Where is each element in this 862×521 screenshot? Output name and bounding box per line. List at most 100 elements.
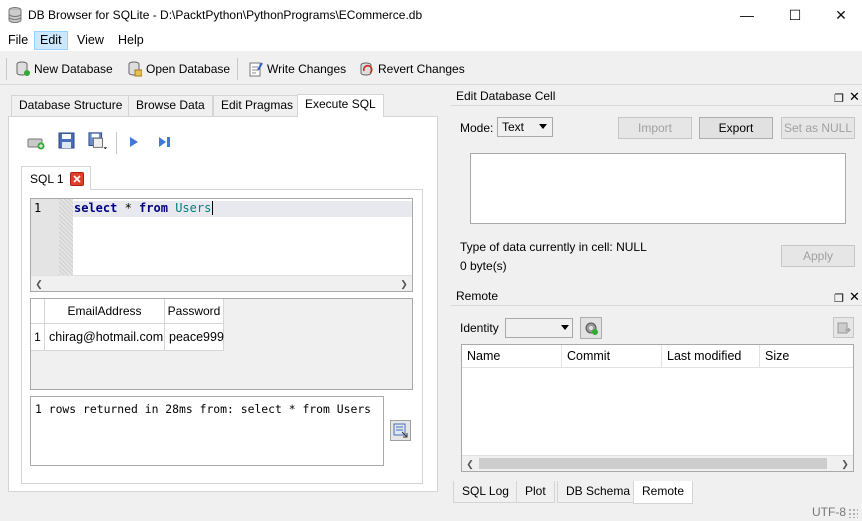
database-app-icon — [8, 7, 22, 23]
cell-type-info: Type of data currently in cell: NULL — [460, 240, 647, 254]
push-icon — [837, 322, 851, 333]
open-tab-icon — [27, 138, 45, 150]
toolbar-grip — [6, 58, 7, 80]
close-panel-icon[interactable]: ✕ — [849, 87, 860, 107]
identity-label: Identity — [460, 321, 499, 335]
maximize-button[interactable]: ☐ — [772, 0, 818, 30]
open-database-icon — [128, 61, 142, 77]
cell-emailaddress[interactable]: chirag@hotmail.com — [45, 324, 165, 351]
floppy-icon — [58, 132, 75, 149]
column-header-name[interactable]: Name — [462, 345, 562, 368]
close-tab-button[interactable] — [69, 171, 84, 186]
remote-horizontal-scrollbar[interactable]: ❮ ❯ — [462, 455, 853, 471]
write-changes-button[interactable]: Write Changes — [249, 60, 346, 78]
configure-identity-button[interactable] — [580, 317, 602, 339]
open-database-label: Open Database — [146, 62, 231, 76]
tab-sql-log[interactable]: SQL Log — [453, 481, 518, 503]
window-title: DB Browser for SQLite - D:\PacktPython\P… — [28, 8, 423, 22]
editor-horizontal-scrollbar[interactable]: ❮ ❯ — [31, 275, 412, 291]
new-database-button[interactable]: New Database — [16, 60, 113, 78]
mode-select[interactable]: Text — [497, 117, 553, 137]
query-message-box[interactable]: 1 rows returned in 28ms from: select * f… — [30, 396, 384, 466]
query-message: 1 rows returned in 28ms from: select * f… — [35, 402, 372, 416]
menu-bar: File Edit View Help — [0, 30, 862, 51]
execute-line-button[interactable] — [155, 132, 175, 152]
execute-all-button[interactable] — [124, 132, 144, 152]
column-header-last-modified[interactable]: Last modified — [662, 345, 760, 368]
cell-editor-textarea[interactable] — [470, 153, 846, 224]
minimize-button[interactable]: — — [724, 0, 770, 30]
close-icon: ✕ — [835, 6, 847, 23]
edit-cell-title: Edit Database Cell — [456, 89, 556, 103]
revert-changes-label: Revert Changes — [378, 62, 465, 76]
tab-database-structure[interactable]: Database Structure — [11, 95, 131, 116]
remote-files-list[interactable]: Name Commit Last modified Size ❮ ❯ — [461, 344, 854, 472]
grid-corner[interactable] — [31, 299, 45, 324]
identity-select[interactable] — [505, 318, 573, 338]
import-button[interactable]: Import — [618, 117, 692, 139]
open-sql-file-button[interactable] — [57, 131, 77, 151]
write-changes-icon — [249, 62, 263, 77]
tab-execute-sql[interactable]: Execute SQL — [297, 94, 384, 117]
scroll-right-arrow-icon[interactable]: ❯ — [396, 276, 412, 292]
row-header[interactable]: 1 — [31, 324, 45, 351]
cell-password[interactable]: peace999 — [165, 324, 224, 351]
close-window-button[interactable]: ✕ — [818, 0, 862, 30]
tab-plot[interactable]: Plot — [516, 481, 555, 503]
open-database-button[interactable]: Open Database — [128, 60, 230, 78]
scroll-left-arrow-icon[interactable]: ❮ — [462, 456, 478, 472]
sql-editor[interactable]: 1 select * from Users ❮ ❯ — [30, 198, 413, 292]
sql-toolbar-separator — [116, 132, 117, 154]
remote-title: Remote — [456, 289, 499, 303]
export-button[interactable]: Export — [699, 117, 773, 139]
sql-tab-label: SQL 1 — [30, 171, 64, 186]
save-results-button[interactable] — [390, 420, 411, 441]
maximize-icon: ☐ — [788, 6, 802, 23]
column-header-password[interactable]: Password — [165, 299, 224, 324]
column-header-commit[interactable]: Commit — [562, 345, 662, 368]
set-null-button[interactable]: Set as NULL — [781, 117, 855, 139]
scroll-right-arrow-icon[interactable]: ❯ — [837, 456, 853, 472]
menu-view[interactable]: View — [72, 31, 109, 50]
close-panel-icon[interactable]: ✕ — [849, 287, 860, 307]
scroll-left-arrow-icon[interactable]: ❮ — [31, 276, 47, 292]
mode-label: Mode: — [460, 121, 494, 135]
save-results-icon — [393, 423, 408, 438]
remote-title-bar: Remote ❐ ✕ — [451, 286, 862, 306]
cell-size-info: 0 byte(s) — [460, 259, 507, 273]
chevron-down-icon — [561, 325, 569, 330]
main-toolbar: New Database Open Database Write Changes… — [0, 52, 862, 85]
new-database-icon — [16, 61, 30, 76]
line-number: 1 — [34, 201, 42, 215]
revert-changes-button[interactable]: Revert Changes — [360, 60, 465, 78]
gear-icon — [585, 322, 598, 335]
sql-star: * — [117, 201, 140, 215]
push-database-button[interactable] — [833, 317, 854, 338]
results-grid[interactable]: EmailAddress Password 1 chirag@hotmail.c… — [30, 298, 413, 390]
tab-sql-1[interactable]: SQL 1 — [21, 166, 91, 190]
column-header-size[interactable]: Size — [760, 345, 853, 368]
resize-grip-icon[interactable] — [848, 508, 858, 518]
menu-file[interactable]: File — [3, 31, 33, 50]
tab-browse-data[interactable]: Browse Data — [128, 95, 213, 116]
sql-keyword-from: from — [139, 201, 168, 215]
edit-cell-title-bar: Edit Database Cell ❐ ✕ — [451, 86, 862, 106]
scrollbar-thumb[interactable] — [479, 458, 827, 469]
tab-edit-pragmas[interactable]: Edit Pragmas — [213, 95, 302, 116]
sql-table-name: Users — [175, 201, 212, 215]
menu-help[interactable]: Help — [113, 31, 149, 50]
column-header-emailaddress[interactable]: EmailAddress — [45, 299, 165, 324]
encoding-status: UTF-8 — [812, 505, 846, 519]
tab-db-schema[interactable]: DB Schema — [557, 481, 640, 503]
float-panel-icon[interactable]: ❐ — [834, 89, 844, 109]
open-tab-button[interactable] — [26, 133, 46, 153]
save-dropdown-icon — [88, 132, 108, 150]
sql-keyword-select: select — [74, 201, 118, 215]
apply-button[interactable]: Apply — [781, 245, 855, 267]
chevron-down-icon — [539, 124, 547, 129]
save-sql-file-button[interactable] — [88, 131, 108, 151]
toolbar-separator — [237, 58, 238, 80]
menu-edit[interactable]: Edit — [34, 31, 68, 50]
float-panel-icon[interactable]: ❐ — [834, 289, 844, 309]
tab-remote[interactable]: Remote — [633, 481, 694, 504]
